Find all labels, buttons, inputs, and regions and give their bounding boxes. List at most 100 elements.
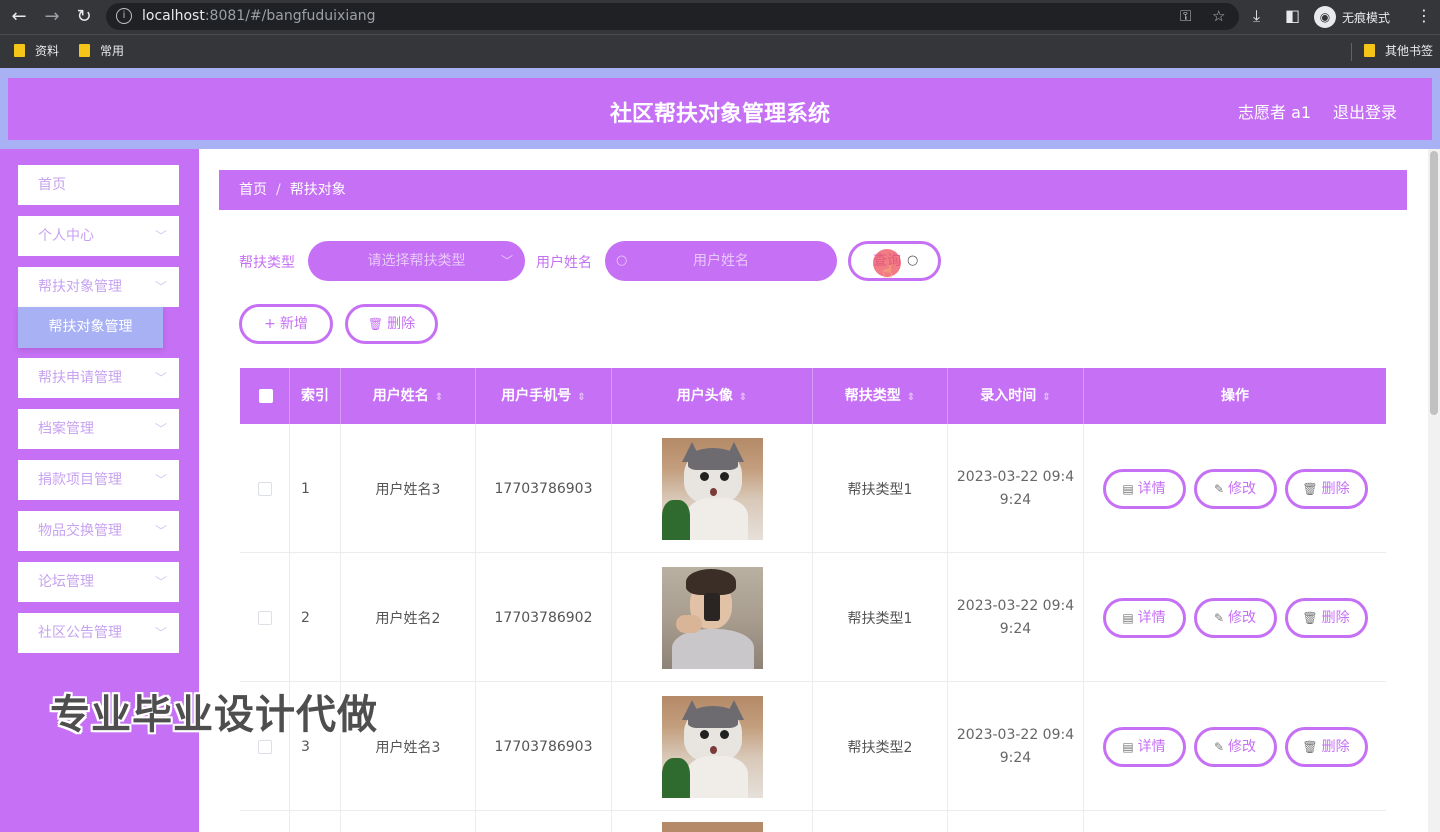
bookmarks-bar: 资料 常用 其他书签 <box>0 34 1440 68</box>
cell-index: 2 <box>290 553 341 682</box>
pencil-icon: ✎ <box>1213 610 1225 625</box>
chevron-down-icon: ﹀ <box>154 473 167 487</box>
bookmark-folder[interactable]: 资料 <box>14 42 59 59</box>
sidebar-item-notice[interactable]: 社区公告管理 ﹀ <box>18 613 179 653</box>
avatar-image[interactable] <box>661 822 763 832</box>
sidebar-item-assist-apply[interactable]: 帮扶申请管理 ﹀ <box>18 358 179 398</box>
breadcrumb: 首页 / 帮扶对象 <box>219 170 1407 210</box>
select-all-cell <box>240 368 290 424</box>
name-search-placeholder: 用户姓名 <box>693 253 749 269</box>
app-title: 社区帮扶对象管理系统 <box>609 102 830 127</box>
logout-link[interactable]: 退出登录 <box>1333 99 1397 123</box>
sidepanel-icon[interactable]: ◧ <box>1285 6 1300 25</box>
chevron-down-icon: ﹀ <box>154 280 167 294</box>
cell-phone: 17703786903 <box>476 682 612 811</box>
table-header: 索引 用户姓名 ⇕ 用户手机号 ⇕ 用户头像 ⇕ 帮扶类型 ⇕ 录入时间 ⇕ 操作 <box>240 368 1386 424</box>
delete-button[interactable]: 🗑 删除 <box>1284 468 1368 509</box>
name-search-input[interactable]: ○ 用户姓名 <box>605 241 837 281</box>
sidebar-item-exchange[interactable]: 物品交换管理 ﹀ <box>18 511 179 551</box>
sort-icon[interactable]: ⇕ <box>907 392 915 403</box>
edit-button[interactable]: ✎ 修改 <box>1193 726 1277 767</box>
other-bookmarks[interactable]: 其他书签 <box>1364 42 1433 59</box>
scrollbar-thumb[interactable] <box>1430 151 1438 415</box>
chevron-down-icon: ﹀ <box>154 524 167 538</box>
sidebar-item-home[interactable]: 首页 <box>18 165 179 205</box>
sort-icon[interactable]: ⇕ <box>577 392 585 403</box>
incognito-icon: ◉ <box>1314 6 1336 28</box>
row-checkbox[interactable] <box>257 610 272 625</box>
edit-button[interactable]: ✎ 修改 <box>1193 468 1277 509</box>
cell-name <box>341 811 476 832</box>
plus-icon: + <box>264 316 276 332</box>
reload-icon[interactable]: ↻ <box>73 6 95 28</box>
detail-button[interactable]: ▤ 详情 <box>1102 597 1186 638</box>
cell-phone: 17703786902 <box>476 553 612 682</box>
breadcrumb-current: 帮扶对象 <box>289 182 346 198</box>
type-select[interactable]: 请选择帮扶类型 ﹀ <box>308 241 525 281</box>
sort-icon[interactable]: ⇕ <box>1042 392 1050 403</box>
watermark-text: 专业毕业设计代做 <box>50 692 378 738</box>
batch-delete-button[interactable]: 🗑 删除 <box>345 304 438 344</box>
bookmark-folder[interactable]: 常用 <box>79 42 124 59</box>
select-all-checkbox[interactable] <box>259 389 273 403</box>
add-button[interactable]: + 新增 <box>239 304 333 344</box>
forward-icon[interactable]: → <box>41 6 63 28</box>
sidebar-item-assist-target[interactable]: 帮扶对象管理 ﹀ <box>18 267 179 307</box>
sort-icon[interactable]: ⇕ <box>435 392 443 403</box>
cell-avatar <box>612 682 813 811</box>
delete-button[interactable]: 🗑 删除 <box>1284 726 1368 767</box>
app-header: 社区帮扶对象管理系统 志愿者 a1 退出登录 <box>8 78 1432 140</box>
header-time[interactable]: 录入时间 ⇕ <box>948 368 1084 424</box>
delete-button[interactable]: 🗑 删除 <box>1284 597 1368 638</box>
header-avatar[interactable]: 用户头像 ⇕ <box>612 368 813 424</box>
sidebar-item-forum[interactable]: 论坛管理 ﹀ <box>18 562 179 602</box>
sidebar-subitem-assist-target[interactable]: 帮扶对象管理 <box>18 307 163 348</box>
detail-button[interactable]: ▤ 详情 <box>1102 468 1186 509</box>
cell-index: 1 <box>290 424 341 553</box>
header-phone[interactable]: 用户手机号 ⇕ <box>476 368 612 424</box>
cell-operations: ▤ 详情 ✎ 修改 🗑 删除 <box>1084 424 1386 553</box>
detail-button[interactable]: ▤ 详情 <box>1102 726 1186 767</box>
name-filter-label: 用户姓名 <box>536 255 592 271</box>
sidebar-item-profile[interactable]: 个人中心 ﹀ <box>18 216 179 256</box>
header-name[interactable]: 用户姓名 ⇕ <box>341 368 476 424</box>
sidebar-item-archive[interactable]: 档案管理 ﹀ <box>18 409 179 449</box>
avatar-image[interactable] <box>661 437 763 540</box>
avatar-image[interactable] <box>661 566 763 669</box>
current-user: 志愿者 a1 <box>1238 103 1312 122</box>
key-icon[interactable]: ⚿ <box>1180 7 1191 25</box>
cell-name: 用户姓名3 <box>341 424 476 553</box>
row-checkbox[interactable] <box>257 739 272 754</box>
cell-phone <box>476 811 612 832</box>
cell-index <box>290 811 341 832</box>
type-filter-label: 帮扶类型 <box>239 255 295 271</box>
incognito-badge[interactable]: ◉ 无痕模式 <box>1314 4 1390 30</box>
star-icon[interactable]: ☆ <box>1212 7 1225 25</box>
download-icon[interactable]: ⤓ <box>1253 6 1260 26</box>
cell-time: 2023-03-22 09:4 9:24 <box>948 682 1084 811</box>
back-icon[interactable]: ← <box>8 6 30 28</box>
chevron-down-icon: ﹀ <box>500 254 513 268</box>
sidebar-item-donation[interactable]: 捐款项目管理 ﹀ <box>18 460 179 500</box>
document-icon: ▤ <box>1122 481 1134 496</box>
page-scrollbar[interactable] <box>1428 149 1440 832</box>
site-info-icon[interactable]: i <box>116 8 132 24</box>
avatar-image[interactable] <box>661 695 763 798</box>
browser-toolbar: ← → ↻ i localhost:8081/#/bangfuduixiang … <box>0 0 1440 34</box>
menu-icon[interactable]: ⋮ <box>1416 6 1432 25</box>
breadcrumb-home[interactable]: 首页 <box>239 182 267 198</box>
cell-name: 用户姓名2 <box>341 553 476 682</box>
search-icon: ○ <box>616 253 628 268</box>
header-type[interactable]: 帮扶类型 ⇕ <box>813 368 948 424</box>
search-icon: ○ <box>907 253 919 268</box>
table-row: 2 用户姓名2 17703786902 帮扶类型1 2023-03-22 09:… <box>240 553 1386 682</box>
row-checkbox[interactable] <box>257 481 272 496</box>
edit-button[interactable]: ✎ 修改 <box>1193 597 1277 638</box>
pencil-icon: ✎ <box>1213 481 1225 496</box>
trash-icon: 🗑 <box>1302 481 1318 496</box>
trash-icon: 🗑 <box>367 317 384 331</box>
address-bar[interactable]: i localhost:8081/#/bangfuduixiang ⚿ ☆ <box>106 3 1239 30</box>
sort-icon[interactable]: ⇕ <box>739 392 747 403</box>
hand-cursor-icon: ☝ <box>882 262 893 283</box>
cell-type: 帮扶类型1 <box>813 553 948 682</box>
